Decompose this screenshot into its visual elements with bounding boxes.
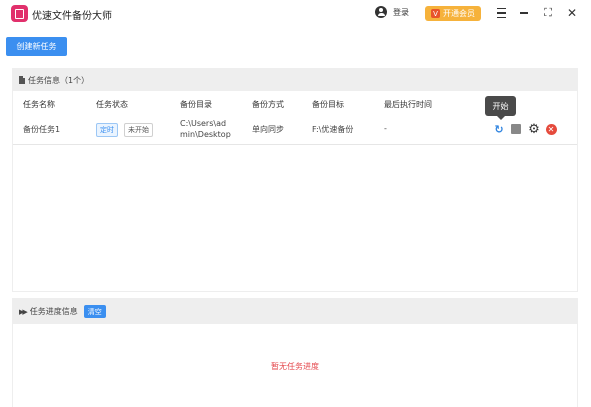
app-logo-icon: [11, 5, 28, 22]
col-task-name: 任务名称: [23, 100, 55, 109]
stop-icon[interactable]: [510, 123, 522, 135]
source-dir-line1: C:\Users\ad: [180, 119, 227, 128]
progress-header: ▶▶ 任务进度信息 清空: [13, 299, 577, 324]
table-row[interactable]: 备份任务1 定时 未开始 C:\Users\ad min\Desktop 单向同…: [13, 114, 577, 145]
col-source-dir: 备份目录: [180, 100, 212, 109]
delete-task-icon[interactable]: ✕: [545, 123, 557, 135]
backup-target: F:\优速备份: [312, 125, 354, 134]
col-last-run: 最后执行时间: [384, 100, 432, 109]
document-icon: [19, 76, 25, 84]
minimize-icon[interactable]: [517, 6, 531, 20]
start-tooltip: 开始: [485, 96, 516, 120]
status-badge: 未开始: [124, 123, 153, 137]
col-task-status: 任务状态: [96, 100, 128, 109]
clear-button[interactable]: 清空: [83, 305, 106, 318]
login-label: 登录: [393, 7, 409, 17]
start-refresh-icon[interactable]: ↻: [493, 123, 505, 136]
col-backup-target: 备份目标: [312, 100, 344, 109]
col-backup-method: 备份方式: [252, 100, 284, 109]
source-dir: C:\Users\ad min\Desktop: [180, 118, 231, 140]
user-icon: [375, 6, 387, 18]
close-window-icon[interactable]: ✕: [565, 6, 579, 20]
vip-icon: V: [431, 9, 440, 18]
task-info-title: 任务信息（1个）: [28, 75, 90, 85]
create-task-button[interactable]: 创建新任务: [6, 37, 67, 56]
fast-forward-icon: ▶▶: [19, 307, 28, 316]
task-info-header: 任务信息（1个）: [13, 69, 577, 91]
task-progress-panel: ▶▶ 任务进度信息 清空 暂无任务进度: [12, 298, 578, 407]
login-link[interactable]: 登录: [375, 6, 409, 18]
vip-label: 开通会员: [443, 9, 475, 18]
maximize-icon[interactable]: ⛶: [541, 6, 555, 20]
progress-title: 任务进度信息: [29, 307, 78, 316]
source-dir-line2: min\Desktop: [180, 130, 231, 139]
vip-button[interactable]: V 开通会员: [425, 6, 481, 21]
backup-method: 单向同步: [252, 125, 284, 134]
app-title: 优速文件备份大师: [32, 11, 112, 22]
gear-icon[interactable]: ⚙: [528, 122, 540, 137]
task-name: 备份任务1: [23, 125, 61, 134]
title-bar: 优速文件备份大师 登录 V 开通会员 ⛶ ✕: [0, 0, 591, 28]
last-run-time: -: [384, 124, 387, 133]
schedule-badge: 定时: [96, 123, 118, 137]
empty-progress-text: 暂无任务进度: [271, 362, 319, 371]
menu-icon[interactable]: [494, 6, 508, 20]
